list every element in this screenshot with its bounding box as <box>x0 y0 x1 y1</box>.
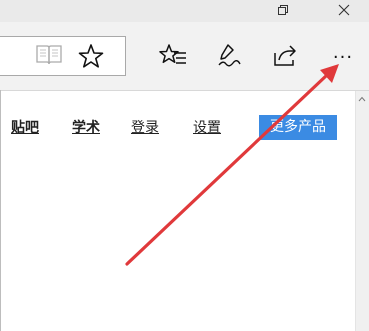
reading-view-button[interactable] <box>32 39 66 73</box>
book-icon <box>32 39 66 69</box>
restore-button[interactable] <box>263 0 303 22</box>
scroll-up-icon <box>358 96 366 102</box>
nav-link-login[interactable]: 登录 <box>131 117 159 137</box>
scrollbar[interactable] <box>355 91 369 331</box>
title-bar <box>0 0 369 22</box>
favorites-list-icon <box>156 41 190 69</box>
content-frame-edge <box>0 90 1 331</box>
nav-link-tieba[interactable]: 贴吧 <box>11 117 39 137</box>
hub-button[interactable] <box>156 41 190 75</box>
toolbar: ··· <box>0 22 369 90</box>
close-button[interactable] <box>324 0 364 22</box>
more-products-button[interactable]: 更多产品 <box>259 115 337 140</box>
nav-link-xueshu[interactable]: 学术 <box>72 117 100 137</box>
more-icon: ··· <box>332 47 354 68</box>
more-button[interactable]: ··· <box>326 44 360 78</box>
share-button[interactable] <box>268 42 302 76</box>
star-icon <box>74 42 108 70</box>
favorite-button[interactable] <box>74 42 108 76</box>
nav-link-settings[interactable]: 设置 <box>193 117 221 137</box>
share-icon <box>268 42 302 70</box>
notes-button[interactable] <box>212 42 246 76</box>
pen-icon <box>212 42 246 70</box>
